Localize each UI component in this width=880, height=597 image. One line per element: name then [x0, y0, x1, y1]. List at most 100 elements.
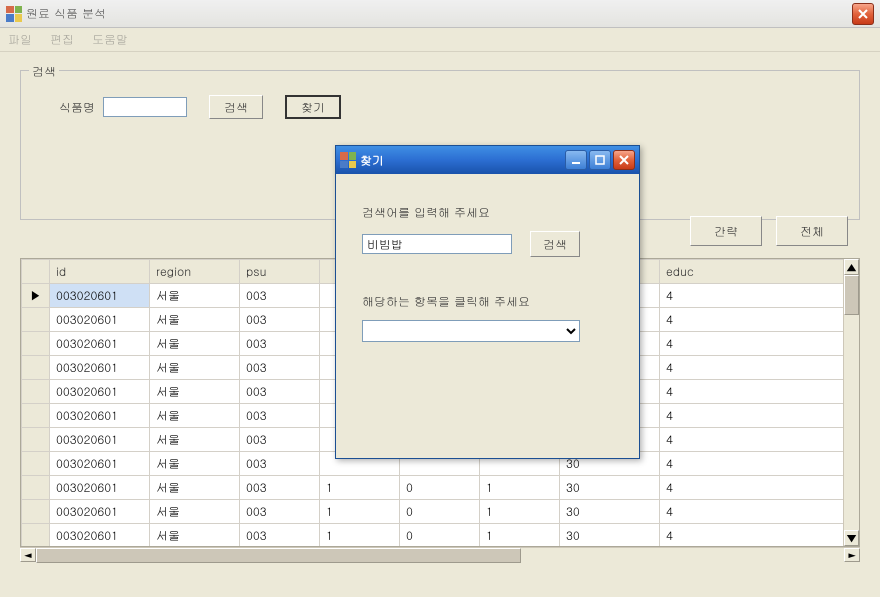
dialog-prompt-2: 해당하는 항목을 클릭해 주세요 — [362, 293, 613, 310]
cell-id[interactable]: 003020601 — [50, 404, 150, 428]
col-psu[interactable]: psu — [240, 260, 320, 284]
cell-age[interactable]: 30 — [560, 476, 660, 500]
cell-c3[interactable]: 1 — [480, 476, 560, 500]
col-id[interactable]: id — [50, 260, 150, 284]
cell-c3[interactable]: 1 — [480, 524, 560, 548]
cell-educ[interactable]: 4 — [660, 500, 859, 524]
menu-help[interactable]: 도움말 — [92, 31, 128, 48]
cell-educ[interactable]: 4 — [660, 524, 859, 548]
cell-region[interactable]: 서울 — [150, 428, 240, 452]
cell-educ[interactable]: 4 — [660, 476, 859, 500]
dialog-search-button[interactable]: 검색 — [530, 231, 580, 257]
cell-psu[interactable]: 003 — [240, 452, 320, 476]
cell-id[interactable]: 003020601 — [50, 308, 150, 332]
col-educ[interactable]: educ — [660, 260, 859, 284]
cell-id[interactable]: 003020601 — [50, 524, 150, 548]
cell-region[interactable]: 서울 — [150, 404, 240, 428]
cell-id[interactable]: 003020601 — [50, 356, 150, 380]
cell-age[interactable]: 30 — [560, 500, 660, 524]
cell-educ[interactable]: 4 — [660, 404, 859, 428]
cell-region[interactable]: 서울 — [150, 452, 240, 476]
cell-id[interactable]: 003020601 — [50, 476, 150, 500]
dialog-search-input[interactable] — [362, 234, 512, 254]
cell-educ[interactable]: 4 — [660, 332, 859, 356]
row-header[interactable] — [22, 356, 50, 380]
dialog-result-combo[interactable] — [362, 320, 580, 342]
horizontal-scrollbar[interactable]: ◄ ► — [20, 547, 860, 563]
cell-id[interactable]: 003020601 — [50, 452, 150, 476]
cell-region[interactable]: 서울 — [150, 332, 240, 356]
scroll-left-button[interactable]: ◄ — [20, 548, 36, 562]
cell-region[interactable]: 서울 — [150, 476, 240, 500]
cell-educ[interactable]: 4 — [660, 428, 859, 452]
cell-id[interactable]: 003020601 — [50, 428, 150, 452]
table-row[interactable]: 003020601서울003101304 — [22, 524, 859, 548]
view-toolbar: 간략 전체 — [690, 216, 848, 246]
food-name-input[interactable] — [103, 97, 187, 117]
row-header[interactable] — [22, 332, 50, 356]
menu-edit[interactable]: 편집 — [50, 31, 74, 48]
dialog-close-button[interactable] — [613, 150, 635, 170]
cell-region[interactable]: 서울 — [150, 308, 240, 332]
cell-region[interactable]: 서울 — [150, 356, 240, 380]
cell-id[interactable]: 003020601 — [50, 500, 150, 524]
row-header[interactable] — [22, 380, 50, 404]
row-header[interactable] — [22, 500, 50, 524]
cell-c3[interactable]: 1 — [480, 500, 560, 524]
cell-psu[interactable]: 003 — [240, 428, 320, 452]
cell-educ[interactable]: 4 — [660, 284, 859, 308]
cell-region[interactable]: 서울 — [150, 524, 240, 548]
cell-psu[interactable]: 003 — [240, 524, 320, 548]
find-button[interactable]: 찾기 — [285, 95, 341, 119]
row-header[interactable] — [22, 476, 50, 500]
vscroll-thumb[interactable] — [844, 275, 859, 315]
cell-c2[interactable]: 0 — [400, 476, 480, 500]
cell-id[interactable]: 003020601 — [50, 284, 150, 308]
cell-psu[interactable]: 003 — [240, 476, 320, 500]
table-row[interactable]: 003020601서울003101304 — [22, 500, 859, 524]
dialog-maximize-button[interactable] — [589, 150, 611, 170]
cell-c1[interactable]: 1 — [320, 524, 400, 548]
col-region[interactable]: region — [150, 260, 240, 284]
cell-c2[interactable]: 0 — [400, 524, 480, 548]
row-header[interactable] — [22, 428, 50, 452]
search-button[interactable]: 검색 — [209, 95, 263, 119]
hscroll-thumb[interactable] — [36, 548, 521, 563]
cell-age[interactable]: 30 — [560, 524, 660, 548]
menu-file[interactable]: 파일 — [8, 31, 32, 48]
scroll-right-button[interactable]: ► — [844, 548, 860, 562]
row-header[interactable]: ▶ — [22, 284, 50, 308]
cell-region[interactable]: 서울 — [150, 500, 240, 524]
dialog-minimize-button[interactable] — [565, 150, 587, 170]
cell-psu[interactable]: 003 — [240, 308, 320, 332]
cell-region[interactable]: 서울 — [150, 284, 240, 308]
cell-psu[interactable]: 003 — [240, 356, 320, 380]
brief-view-button[interactable]: 간략 — [690, 216, 762, 246]
scroll-down-button[interactable]: ▼ — [844, 530, 859, 546]
all-view-button[interactable]: 전체 — [776, 216, 848, 246]
cell-psu[interactable]: 003 — [240, 332, 320, 356]
scroll-up-button[interactable]: ▲ — [844, 259, 859, 275]
dialog-title-bar[interactable]: 찾기 — [336, 146, 639, 174]
window-close-button[interactable] — [852, 3, 874, 25]
row-header[interactable] — [22, 452, 50, 476]
cell-c2[interactable]: 0 — [400, 500, 480, 524]
cell-educ[interactable]: 4 — [660, 356, 859, 380]
table-row[interactable]: 003020601서울003101304 — [22, 476, 859, 500]
cell-id[interactable]: 003020601 — [50, 380, 150, 404]
cell-educ[interactable]: 4 — [660, 380, 859, 404]
row-header[interactable] — [22, 308, 50, 332]
cell-psu[interactable]: 003 — [240, 380, 320, 404]
cell-psu[interactable]: 003 — [240, 500, 320, 524]
cell-region[interactable]: 서울 — [150, 380, 240, 404]
row-header[interactable] — [22, 404, 50, 428]
cell-c1[interactable]: 1 — [320, 500, 400, 524]
cell-educ[interactable]: 4 — [660, 308, 859, 332]
row-header[interactable] — [22, 524, 50, 548]
cell-psu[interactable]: 003 — [240, 404, 320, 428]
cell-psu[interactable]: 003 — [240, 284, 320, 308]
vertical-scrollbar[interactable]: ▲ ▼ — [843, 259, 859, 546]
cell-c1[interactable]: 1 — [320, 476, 400, 500]
cell-educ[interactable]: 4 — [660, 452, 859, 476]
cell-id[interactable]: 003020601 — [50, 332, 150, 356]
